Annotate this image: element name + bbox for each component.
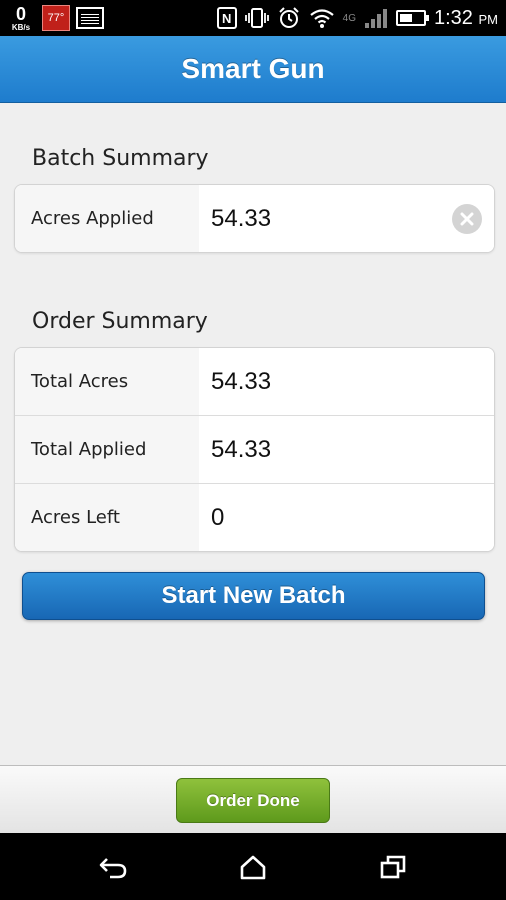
acres-left-field[interactable]: 0 <box>199 484 494 551</box>
status-bar-right: N 4G 1:32 PM <box>216 0 498 36</box>
app-header: Smart Gun <box>0 36 506 103</box>
total-applied-label: Total Applied <box>15 416 199 483</box>
back-icon[interactable] <box>95 849 131 885</box>
clock: 1:32 PM <box>434 7 498 30</box>
start-new-batch-button[interactable]: Start New Batch <box>22 572 485 620</box>
status-bar-left: 0 KB/s 77° <box>6 2 104 34</box>
acres-applied-row: Acres Applied 54.33 <box>15 185 494 252</box>
nfc-icon: N <box>216 7 237 29</box>
order-done-button[interactable]: Order Done <box>176 778 330 823</box>
system-nav-bar <box>0 833 506 900</box>
acres-applied-value[interactable]: 54.33 <box>211 205 271 233</box>
total-acres-field[interactable]: 54.33 <box>199 348 494 415</box>
wifi-icon <box>309 7 335 29</box>
home-icon[interactable] <box>235 849 271 885</box>
batch-summary-title: Batch Summary <box>32 146 209 171</box>
acres-applied-field[interactable]: 54.33 <box>199 185 494 252</box>
network-speed-value: 0 <box>15 3 26 24</box>
acres-left-value[interactable]: 0 <box>211 504 224 532</box>
battery-icon <box>396 10 429 26</box>
image-icon <box>76 7 104 29</box>
network-speed: 0 KB/s <box>6 5 36 32</box>
total-applied-value[interactable]: 54.33 <box>211 436 271 464</box>
total-acres-row: Total Acres 54.33 <box>15 348 494 415</box>
total-applied-field[interactable]: 54.33 <box>199 416 494 483</box>
clear-icon[interactable] <box>452 203 482 234</box>
total-acres-label: Total Acres <box>15 348 199 415</box>
alarm-icon <box>277 6 301 30</box>
vibrate-icon <box>244 7 269 29</box>
signal-icon <box>364 8 388 28</box>
status-bar: 0 KB/s 77° N 4G 1:32 PM <box>0 0 506 36</box>
total-applied-row: Total Applied 54.33 <box>15 415 494 483</box>
network-speed-unit: KB/s <box>11 22 31 32</box>
clock-time: 1:32 <box>434 6 473 29</box>
acres-applied-label: Acres Applied <box>15 185 199 252</box>
acres-left-label: Acres Left <box>15 484 199 551</box>
batch-summary-card: Acres Applied 54.33 <box>14 184 495 253</box>
order-summary-title: Order Summary <box>32 309 208 334</box>
acres-left-row: Acres Left 0 <box>15 483 494 551</box>
network-type: 4G <box>342 12 356 24</box>
temperature-badge: 77° <box>42 5 70 31</box>
footer-bar: Order Done <box>0 765 506 834</box>
order-summary-card: Total Acres 54.33 Total Applied 54.33 Ac… <box>14 347 495 552</box>
clock-ampm: PM <box>478 11 499 27</box>
recent-apps-icon[interactable] <box>375 849 411 885</box>
page-title: Smart Gun <box>181 53 325 84</box>
total-acres-value[interactable]: 54.33 <box>211 368 271 396</box>
